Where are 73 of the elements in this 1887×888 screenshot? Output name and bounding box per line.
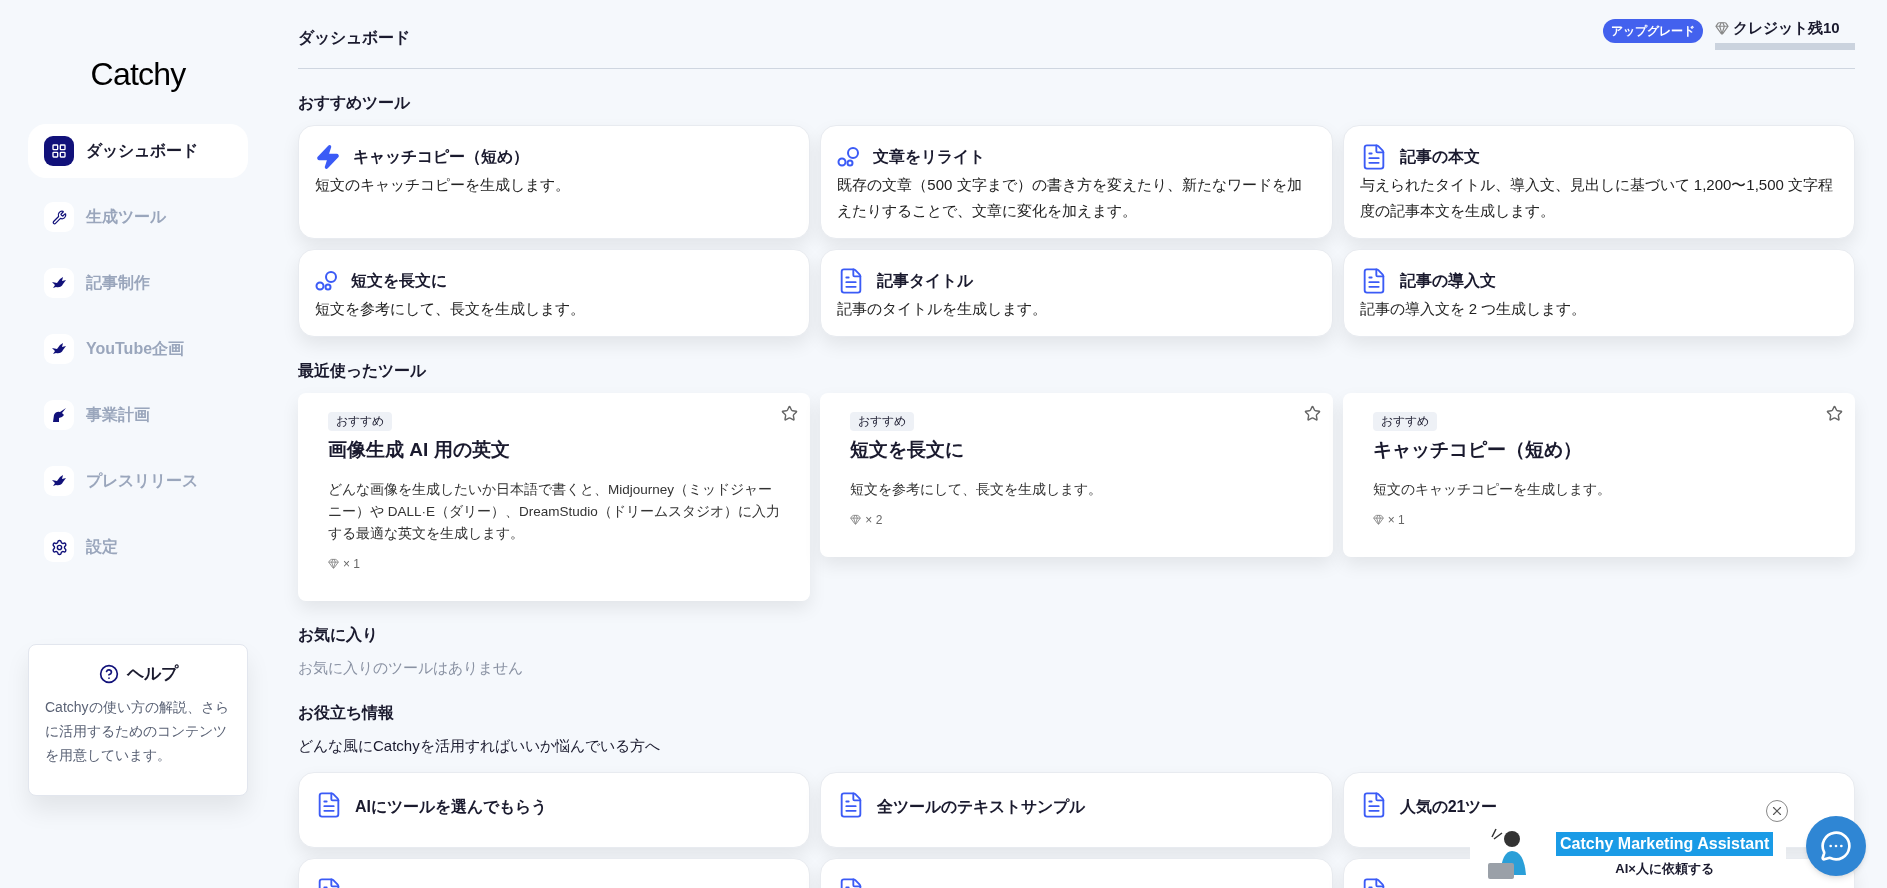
help-title: ヘルプ bbox=[126, 663, 178, 685]
tool-title: 記事タイトル bbox=[877, 271, 974, 291]
tool-description: 短文を参考にして、長文を生成します。 bbox=[850, 480, 1104, 499]
upgrade-button[interactable]: アップグレード bbox=[1603, 18, 1703, 43]
tool-title: 短文を長文に bbox=[351, 271, 447, 291]
credits-text: クレジット残10 bbox=[1733, 17, 1840, 38]
cost-text: × 2 bbox=[865, 511, 883, 529]
section-heading: お気に入り bbox=[298, 624, 379, 645]
assistant-subtitle: AI×人に依頼する bbox=[1615, 859, 1714, 878]
unicorn-icon bbox=[51, 407, 67, 423]
info-title: AIにツールを選んでもらう bbox=[355, 796, 547, 818]
recent-tool-card[interactable]: おすすめ キャッチコピー（短め） 短文のキャッチコピーを生成します。 × 1 bbox=[1342, 393, 1855, 557]
help-text: Catchyの使い方の解説、さらに活用するためのコンテンツを用意しています。 bbox=[45, 697, 230, 765]
bubbles-icon bbox=[837, 146, 862, 168]
section-heading: 最近使ったツール bbox=[298, 361, 427, 381]
assistant-title: Catchy Marketing Assistant bbox=[1556, 831, 1774, 856]
help-icon bbox=[98, 663, 119, 684]
wrench-icon bbox=[51, 209, 67, 225]
lightning-icon bbox=[315, 144, 341, 170]
info-card[interactable]: 全ツールのテキストサンプル bbox=[820, 771, 1333, 848]
tool-title: 記事の導入文 bbox=[1399, 271, 1496, 291]
dashboard-icon bbox=[51, 143, 67, 159]
info-card[interactable]: AIにツールを選んでもらう bbox=[298, 771, 811, 848]
cost-text: × 1 bbox=[343, 555, 360, 573]
tool-card[interactable]: 記事の本文 与えられたタイトル、導入文、見出しに基づいて 1,200〜1,500 文字程度の記事本文を生成します。 bbox=[1342, 125, 1855, 239]
tool-title: 短文を長文に bbox=[850, 438, 966, 462]
recent-tool-card[interactable]: おすすめ 短文を長文に 短文を参考にして、長文を生成します。 × 2 bbox=[820, 393, 1333, 557]
section-subtitle: どんな風にCatchyを活用すればいいか悩んでいる方へ bbox=[298, 736, 661, 756]
tag: おすすめ bbox=[850, 412, 915, 431]
settings-icon bbox=[50, 538, 68, 556]
nav-item[interactable]: ダッシュボード bbox=[28, 124, 248, 178]
cost-text: × 1 bbox=[1387, 511, 1405, 529]
gem-icon bbox=[328, 558, 339, 569]
info-title: 人気の21ツー bbox=[1399, 796, 1498, 817]
tool-description: どんな画像を生成したいか日本語で書くと、Midjourney（ミッドジャーニー）や DALL·E（ダリー）、DreamStudio（ドリームスタジオ）に入力する最適な英文を生成します。 bbox=[328, 480, 781, 543]
page-title: ダッシュボード bbox=[298, 28, 410, 48]
gem-icon bbox=[1715, 20, 1729, 35]
logo: Catchy bbox=[90, 55, 186, 94]
close-icon bbox=[1770, 804, 1784, 818]
bubbles-icon bbox=[315, 270, 339, 292]
bird-icon bbox=[51, 474, 67, 488]
tool-description: 与えられたタイトル、導入文、見出しに基づいて 1,200〜1,500 文字程度の記事本文を生成します。 bbox=[1359, 175, 1835, 221]
empty-message: お気に入りのツールはありません bbox=[298, 657, 524, 678]
tag: おすすめ bbox=[328, 412, 392, 431]
section-heading: お役立ち情報 bbox=[298, 703, 395, 723]
tool-card[interactable]: 文章をリライト 既存の文章（500 文字まで）の書き方を変えたり、新たなワードを加えたりすることで、文章に変化を加えます。 bbox=[820, 125, 1333, 239]
tool-title: キャッチコピー（短め） bbox=[1372, 438, 1583, 462]
section-heading: おすすめツール bbox=[298, 93, 411, 113]
chat-icon bbox=[1820, 830, 1852, 862]
tool-card[interactable]: 記事タイトル 記事のタイトルを生成します。 bbox=[820, 249, 1333, 337]
tool-description: 短文を参考にして、長文を生成します。 bbox=[315, 299, 586, 319]
gem-icon bbox=[850, 514, 862, 525]
recent-tool-card[interactable]: おすすめ 画像生成 AI 用の英文 どんな画像を生成したいか日本語で書くと、Midjourney（ミッドジャーニー）や DALL·E（ダリー）、DreamStudio（ドリームスタジオ）に入力する最適な英文を生成します。 × 1 bbox=[298, 393, 811, 601]
bird-icon bbox=[51, 276, 67, 290]
gem-icon bbox=[1372, 514, 1384, 525]
star-icon[interactable] bbox=[781, 405, 799, 422]
tag: おすすめ bbox=[1372, 412, 1437, 431]
tool-description: 記事のタイトルを生成します。 bbox=[837, 299, 1049, 319]
info-title: 全ツールのテキストサンプル bbox=[877, 796, 1086, 817]
tool-description: 短文のキャッチコピーを生成します。 bbox=[315, 175, 571, 195]
tool-title: 文章をリライト bbox=[873, 147, 986, 167]
star-icon[interactable] bbox=[1826, 405, 1843, 422]
tool-description: 短文のキャッチコピーを生成します。 bbox=[1372, 480, 1612, 499]
tool-card[interactable]: キャッチコピー（短め） 短文のキャッチコピーを生成します。 bbox=[298, 125, 811, 239]
tool-title: 記事の本文 bbox=[1399, 147, 1480, 167]
tool-title: キャッチコピー（短め） bbox=[353, 147, 529, 167]
tool-card[interactable]: 記事の導入文 記事の導入文を 2 つ生成します。 bbox=[1342, 249, 1855, 337]
tool-description: 記事の導入文を 2 つ生成します。 bbox=[1359, 299, 1588, 319]
bird-icon bbox=[51, 342, 67, 356]
tool-description: 既存の文章（500 文字まで）の書き方を変えたり、新たなワードを加えたりすることで、文章に変化を加えます。 bbox=[837, 175, 1303, 221]
tool-title: 画像生成 AI 用の英文 bbox=[328, 438, 511, 462]
tool-card[interactable]: 短文を長文に 短文を参考にして、長文を生成します。 bbox=[298, 249, 811, 337]
star-icon[interactable] bbox=[1303, 405, 1321, 422]
